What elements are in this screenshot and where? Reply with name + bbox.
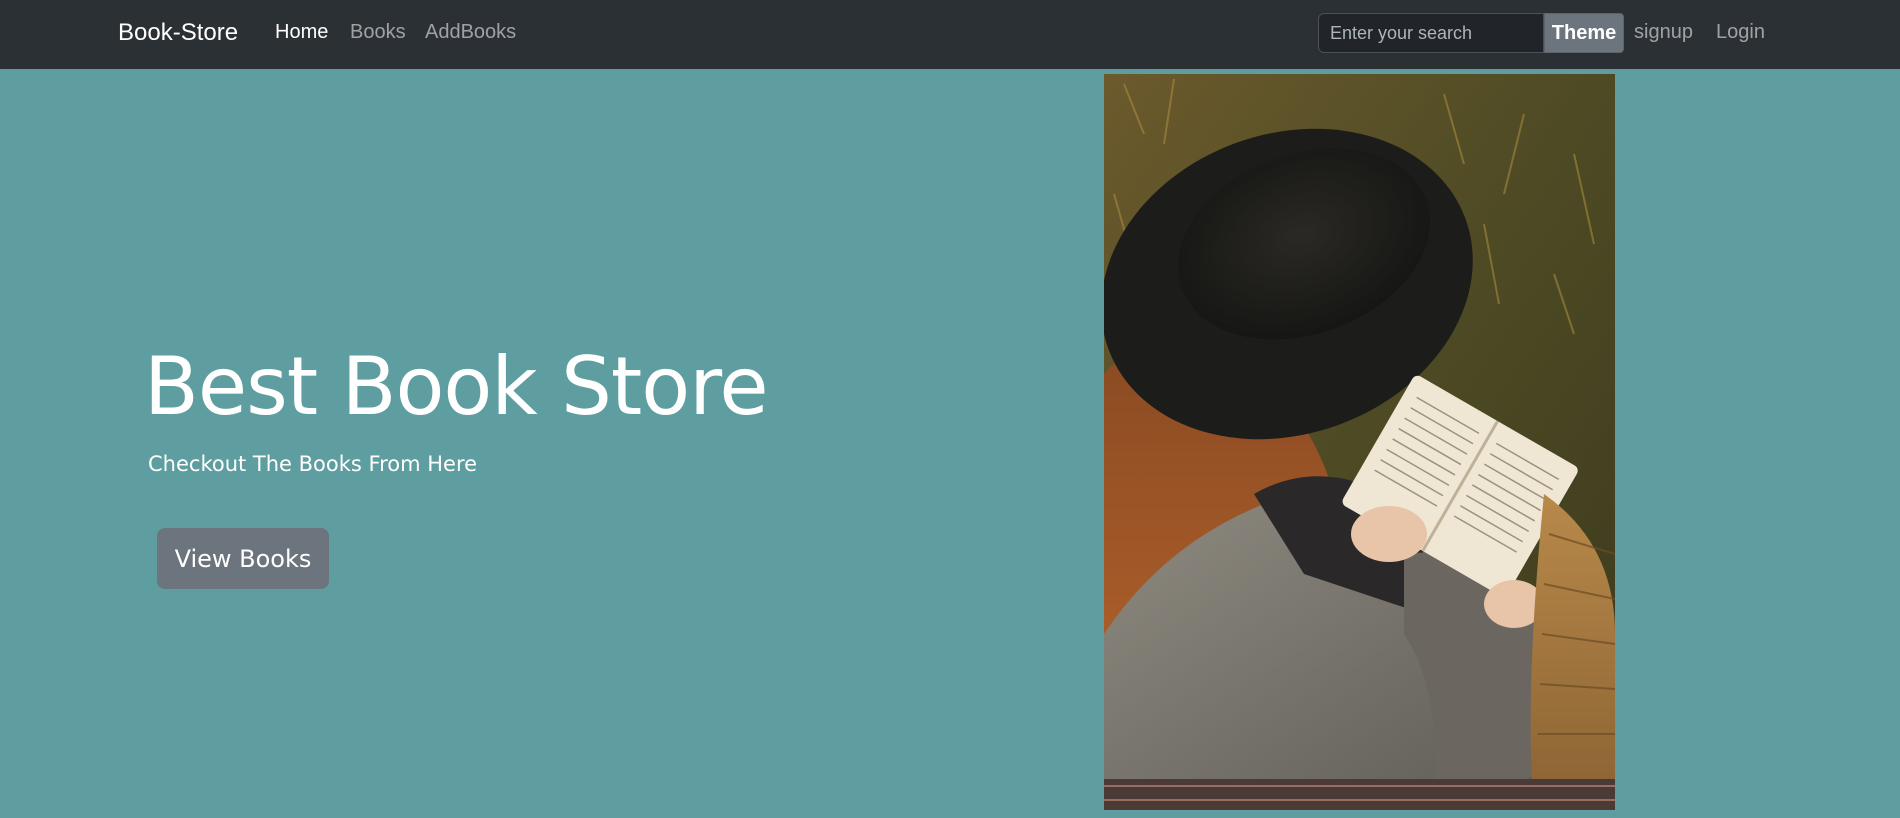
hero-subtitle: Checkout The Books From Here xyxy=(148,452,478,476)
photo-woman-reading-book-icon xyxy=(1104,74,1615,810)
theme-button[interactable]: Theme xyxy=(1544,13,1624,53)
brand-logo[interactable]: Book-Store xyxy=(118,19,238,47)
navbar: Book-Store Home Books AddBooks Theme sig… xyxy=(0,0,1900,69)
nav-link-signup[interactable]: signup xyxy=(1634,21,1693,44)
nav-link-home[interactable]: Home xyxy=(275,21,328,44)
view-books-button[interactable]: View Books xyxy=(157,528,329,589)
search-input[interactable] xyxy=(1318,13,1544,53)
nav-link-login[interactable]: Login xyxy=(1716,21,1765,44)
nav-link-addbooks[interactable]: AddBooks xyxy=(425,21,516,44)
nav-link-books[interactable]: Books xyxy=(350,21,406,44)
hero-title: Best Book Store xyxy=(144,340,769,433)
